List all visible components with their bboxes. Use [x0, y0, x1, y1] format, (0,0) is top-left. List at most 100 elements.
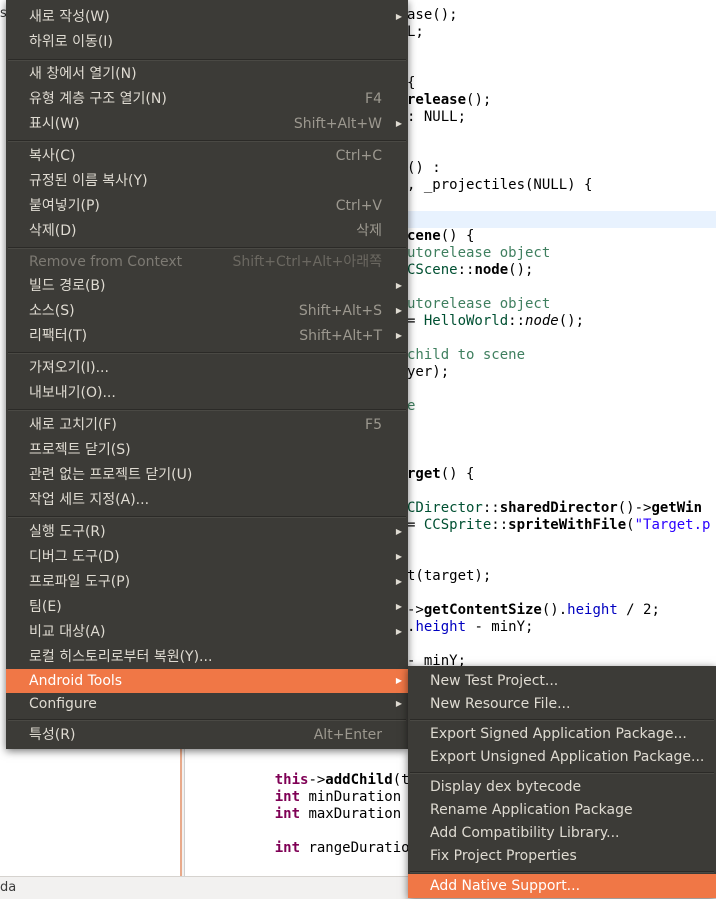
menu-separator [8, 140, 406, 142]
menu-item-shortcut: Shift+Ctrl+Alt+아래쪽 [232, 254, 382, 270]
menu-item-label: Remove from Context [29, 254, 183, 270]
code-token: node [525, 313, 559, 329]
menu-item-label: 리팩터(T) [29, 328, 88, 344]
code-line: utorelease object [407, 245, 550, 262]
menu-item-export-signed-application-package[interactable]: Export Signed Application Package... [408, 722, 716, 746]
code-token: () { [440, 228, 475, 244]
code-token: () { [440, 466, 475, 482]
menu-separator [8, 247, 406, 249]
menu-item-규정된-이름-복사[interactable]: 규정된 이름 복사(Y) [6, 169, 408, 193]
code-token: : NULL; [407, 109, 467, 125]
code-token: this [274, 772, 309, 788]
menu-item-label: Export Unsigned Application Package... [430, 749, 705, 765]
menu-item-label: 삭제(D) [29, 223, 77, 239]
menu-item-configure[interactable]: Configure ▶ [6, 692, 408, 716]
menu-separator [410, 871, 714, 873]
code-line: { [407, 75, 415, 92]
android-tools-submenu: New Test Project... New Resource File... E… [408, 666, 716, 898]
menu-item-add-native-support[interactable]: Add Native Support... [408, 874, 716, 898]
menu-item-표시[interactable]: 표시(W) Shift+Alt+W ▶ [6, 112, 408, 136]
code-token: utorelease object [407, 296, 551, 312]
menu-item-새로-고치기[interactable]: 새로 고치기(F) F5 [6, 413, 408, 437]
code-token: ase(); [407, 7, 458, 23]
code-line: utorelease object [407, 296, 550, 313]
menu-item-label: Add Native Support... [430, 878, 581, 894]
status-text: da [0, 880, 17, 895]
menu-separator [410, 772, 714, 774]
menu-item-특성[interactable]: 특성(R) Alt+Enter [6, 723, 408, 747]
menu-item-팀[interactable]: 팀(E) ▶ [6, 595, 408, 619]
submenu-arrow-icon: ▶ [395, 699, 402, 708]
code-token: = [407, 313, 424, 329]
menu-item-새로-작성[interactable]: 새로 작성(W) ▶ [6, 5, 408, 29]
menu-item-가져오기[interactable]: 가져오기(I)... [6, 356, 408, 380]
menu-item-shortcut: 삭제 [356, 223, 382, 239]
code-token: child to scene [407, 347, 526, 363]
menu-item-fix-project-properties[interactable]: Fix Project Properties [408, 844, 716, 868]
menu-item-add-compatibility-library[interactable]: Add Compatibility Library... [408, 821, 716, 845]
menu-item-new-resource-file[interactable]: New Resource File... [408, 692, 716, 716]
menu-item-하위로-이동[interactable]: 하위로 이동(I) [6, 30, 408, 54]
menu-item-rename-application-package[interactable]: Rename Application Package [408, 798, 716, 822]
code-token: :: [457, 262, 475, 278]
menu-item-label: 규정된 이름 복사(Y) [29, 173, 148, 189]
menu-item-프로젝트-닫기[interactable]: 프로젝트 닫기(S) [6, 438, 408, 462]
menu-item-export-unsigned-application-package[interactable]: Export Unsigned Application Package... [408, 745, 716, 769]
submenu-arrow-icon: ▶ [395, 331, 402, 340]
submenu-arrow-icon: ▶ [395, 676, 402, 685]
code-line: ase(); [407, 7, 458, 24]
menu-item-리팩터[interactable]: 리팩터(T) Shift+Alt+T ▶ [6, 324, 408, 348]
menu-item-label: Configure [29, 696, 97, 712]
menu-item-실행-도구[interactable]: 실행 도구(R) ▶ [6, 520, 408, 544]
submenu-arrow-icon: ▶ [395, 12, 402, 21]
menu-item-비교-대상[interactable]: 비교 대상(A) ▶ [6, 620, 408, 644]
code-token: minDuration = [300, 789, 419, 805]
code-line: rget() { [407, 466, 474, 483]
menu-item-작업-세트-지정[interactable]: 작업 세트 지정(A)... [6, 488, 408, 512]
menu-item-빌드-경로[interactable]: 빌드 경로(B) ▶ [6, 274, 408, 298]
code-token: height [415, 619, 467, 635]
code-token: ( [626, 517, 635, 533]
menu-item-label: 새 창에서 열기(N) [29, 66, 137, 82]
menu-item-label: 실행 도구(R) [29, 524, 106, 540]
code-token: utorelease object [407, 245, 551, 261]
menu-item-shortcut: Ctrl+C [335, 148, 382, 164]
menu-item-디버그-도구[interactable]: 디버그 도구(D) ▶ [6, 545, 408, 569]
submenu-arrow-icon: ▶ [395, 627, 402, 636]
menu-item-새-창에서-열기[interactable]: 새 창에서 열기(N) [6, 62, 408, 86]
menu-item-label: Display dex bytecode [430, 779, 582, 795]
code-token: -> [308, 772, 326, 788]
menu-item-shortcut: F4 [365, 91, 382, 107]
menu-separator [410, 719, 714, 721]
menu-item-소스[interactable]: 소스(S) Shift+Alt+S ▶ [6, 299, 408, 323]
menu-item-new-test-project[interactable]: New Test Project... [408, 669, 716, 693]
submenu-arrow-icon: ▶ [395, 577, 402, 586]
menu-item-내보내기[interactable]: 내보내기(O)... [6, 381, 408, 405]
menu-item-shortcut: Alt+Enter [313, 727, 382, 743]
code-token: "Target.p [634, 517, 711, 533]
menu-item-label: 비교 대상(A) [29, 624, 106, 640]
menu-item-shortcut: Shift+Alt+T [299, 328, 382, 344]
menu-separator [8, 516, 406, 518]
menu-item-붙여넣기[interactable]: 붙여넣기(P) Ctrl+V [6, 194, 408, 218]
code-line: e [407, 398, 415, 415]
menu-item-display-dex-bytecode[interactable]: Display dex bytecode [408, 775, 716, 799]
code-token: maxDuration = [300, 806, 419, 822]
menu-item-label: 복사(C) [29, 148, 76, 164]
menu-item-관련-없는-프로젝트-닫기[interactable]: 관련 없는 프로젝트 닫기(U) [6, 463, 408, 487]
menu-item-삭제[interactable]: 삭제(D) 삭제 [6, 219, 408, 243]
menu-separator [8, 409, 406, 411]
submenu-arrow-icon: ▶ [395, 527, 402, 536]
code-token: rangeDuration [300, 840, 419, 856]
menu-item-프로파일-도구[interactable]: 프로파일 도구(P) ▶ [6, 570, 408, 594]
code-token: rget [407, 466, 441, 482]
menu-item-유형-계층-구조-열기[interactable]: 유형 계층 구조 열기(N) F4 [6, 87, 408, 111]
menu-separator [8, 352, 406, 354]
menu-item-label: 프로파일 도구(P) [29, 574, 131, 590]
menu-item-android-tools[interactable]: Android Tools ▶ [6, 669, 408, 693]
menu-item-label: 유형 계층 구조 열기(N) [29, 91, 167, 107]
menu-item-로컬-히스토리로부터-복원[interactable]: 로컬 히스토리로부터 복원(Y)... [6, 645, 408, 669]
menu-item-복사[interactable]: 복사(C) Ctrl+C [6, 144, 408, 168]
code-line: L; [407, 24, 424, 41]
